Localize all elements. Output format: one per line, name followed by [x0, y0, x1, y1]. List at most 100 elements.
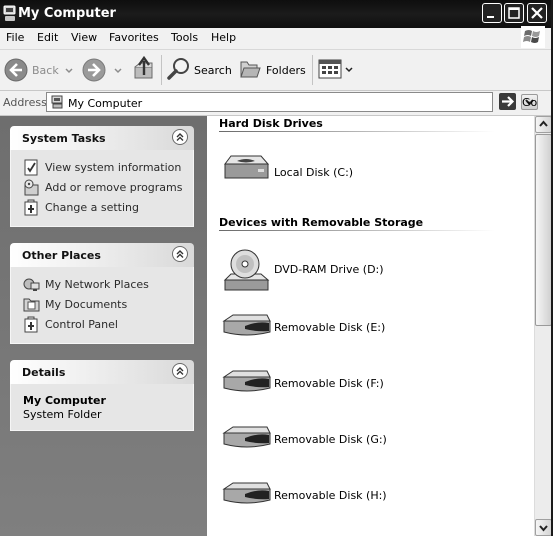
scroll-thumb[interactable]	[535, 134, 552, 326]
maximize-button[interactable]	[504, 3, 524, 23]
collapse-button[interactable]	[172, 129, 188, 145]
drive-item-f[interactable]: Removable Disk (F:)	[221, 363, 391, 399]
drive-label: Removable Disk (G:)	[274, 433, 387, 446]
group-divider	[219, 131, 495, 132]
collapse-button[interactable]	[172, 363, 188, 379]
close-icon	[531, 7, 543, 19]
drive-label: Local Disk (C:)	[274, 166, 354, 179]
forward-button[interactable]	[82, 57, 126, 83]
group-divider	[219, 230, 495, 231]
removable-disk-icon	[222, 314, 271, 336]
back-label: Back	[32, 64, 59, 77]
system-tasks-body: View system information Add or remove pr…	[10, 150, 194, 227]
menu-tools[interactable]: Tools	[171, 31, 198, 44]
toolbar: Back Search Folders	[0, 50, 553, 91]
place-label: My Network Places	[45, 278, 149, 291]
details-header[interactable]: Details	[10, 360, 194, 384]
drive-item-g[interactable]: Removable Disk (G:)	[221, 419, 391, 455]
back-button[interactable]: Back	[4, 57, 74, 83]
views-dropdown-icon	[345, 67, 353, 73]
chevron-up-icon	[176, 133, 184, 141]
go-button[interactable]	[499, 93, 516, 110]
group-header-hard-disk-drives: Hard Disk Drives	[219, 117, 323, 130]
drive-label: Removable Disk (H:)	[274, 489, 387, 502]
chevron-up-icon	[176, 250, 184, 258]
drive-item-c[interactable]: Local Disk (C:)	[221, 152, 381, 188]
go-label[interactable]: Go	[522, 96, 537, 109]
scroll-up-button[interactable]	[535, 116, 552, 133]
back-dropdown-icon	[65, 68, 73, 74]
control-panel-icon	[24, 199, 38, 216]
maximize-icon	[508, 7, 520, 19]
up-folder-icon	[134, 55, 153, 79]
folders-label: Folders	[266, 64, 306, 77]
details-panel: Details My Computer System Folder	[10, 360, 194, 431]
system-info-icon	[24, 159, 38, 176]
chevron-up-icon	[539, 120, 548, 127]
system-tasks-header[interactable]: System Tasks	[10, 126, 194, 150]
control-panel-icon	[24, 316, 38, 333]
details-body: My Computer System Folder	[10, 384, 194, 431]
back-arrow-icon	[4, 58, 28, 82]
minimize-icon	[487, 16, 494, 18]
up-folder-button[interactable]	[132, 55, 158, 83]
details-title: Details	[22, 366, 66, 379]
task-label: View system information	[45, 161, 182, 174]
views-button[interactable]	[318, 58, 354, 82]
views-icon	[318, 59, 342, 79]
drive-label: Removable Disk (E:)	[274, 321, 386, 334]
close-button[interactable]	[527, 3, 547, 23]
folders-button[interactable]: Folders	[238, 57, 308, 83]
address-input[interactable]: My Computer	[46, 92, 538, 112]
menu-edit[interactable]: Edit	[37, 31, 58, 44]
address-value: My Computer	[68, 97, 143, 110]
hard-disk-icon	[224, 155, 270, 179]
drive-item-h[interactable]: Removable Disk (H:)	[221, 475, 391, 511]
search-icon	[167, 58, 189, 80]
menu-view[interactable]: View	[71, 31, 97, 44]
drive-item-e[interactable]: Removable Disk (E:)	[221, 307, 391, 343]
minimize-button[interactable]	[482, 3, 502, 23]
place-label: My Documents	[45, 298, 128, 311]
system-tasks-title: System Tasks	[22, 132, 106, 145]
group-header-removable-storage: Devices with Removable Storage	[219, 216, 424, 229]
chevron-up-icon	[176, 367, 184, 375]
collapse-button[interactable]	[172, 246, 188, 262]
toolbar-separator	[312, 55, 313, 85]
address-label: Address	[3, 96, 47, 109]
menu-bar: File Edit View Favorites Tools Help	[0, 28, 553, 50]
task-label: Change a setting	[45, 201, 139, 214]
add-remove-programs-icon	[24, 179, 39, 196]
drive-label: DVD-RAM Drive (D:)	[274, 263, 384, 276]
details-type: System Folder	[23, 408, 102, 421]
other-places-panel: Other Places My Network Places My Docume…	[10, 243, 194, 344]
forward-arrow-icon	[82, 58, 106, 82]
menu-file[interactable]: File	[6, 31, 24, 44]
dvd-drive-icon	[223, 249, 270, 291]
content-area: Hard Disk Drives Local Disk (C:) Devices…	[207, 116, 534, 536]
removable-disk-icon	[222, 370, 271, 392]
task-pane: System Tasks View system information Add…	[0, 116, 207, 536]
menu-favorites[interactable]: Favorites	[109, 31, 159, 44]
task-label: Add or remove programs	[45, 181, 183, 194]
place-label: Control Panel	[45, 318, 118, 331]
drive-label: Removable Disk (F:)	[274, 377, 384, 390]
documents-folder-icon	[23, 298, 40, 312]
drive-item-d[interactable]: DVD-RAM Drive (D:)	[221, 246, 391, 291]
address-bar: Address My Computer Go	[0, 91, 553, 116]
computer-icon	[3, 5, 16, 21]
other-places-title: Other Places	[22, 249, 101, 262]
network-places-icon	[23, 278, 40, 291]
menu-help[interactable]: Help	[211, 31, 236, 44]
window-title: My Computer	[18, 6, 116, 21]
details-name: My Computer	[23, 394, 106, 407]
search-button[interactable]: Search	[166, 56, 232, 84]
scroll-down-button[interactable]	[535, 519, 552, 536]
windows-logo-icon	[521, 26, 545, 48]
title-bar[interactable]: My Computer	[0, 0, 553, 28]
removable-disk-icon	[222, 482, 271, 504]
removable-disk-icon	[222, 426, 271, 448]
vertical-scrollbar[interactable]	[534, 116, 552, 536]
other-places-header[interactable]: Other Places	[10, 243, 194, 267]
go-arrow-icon	[502, 96, 515, 107]
